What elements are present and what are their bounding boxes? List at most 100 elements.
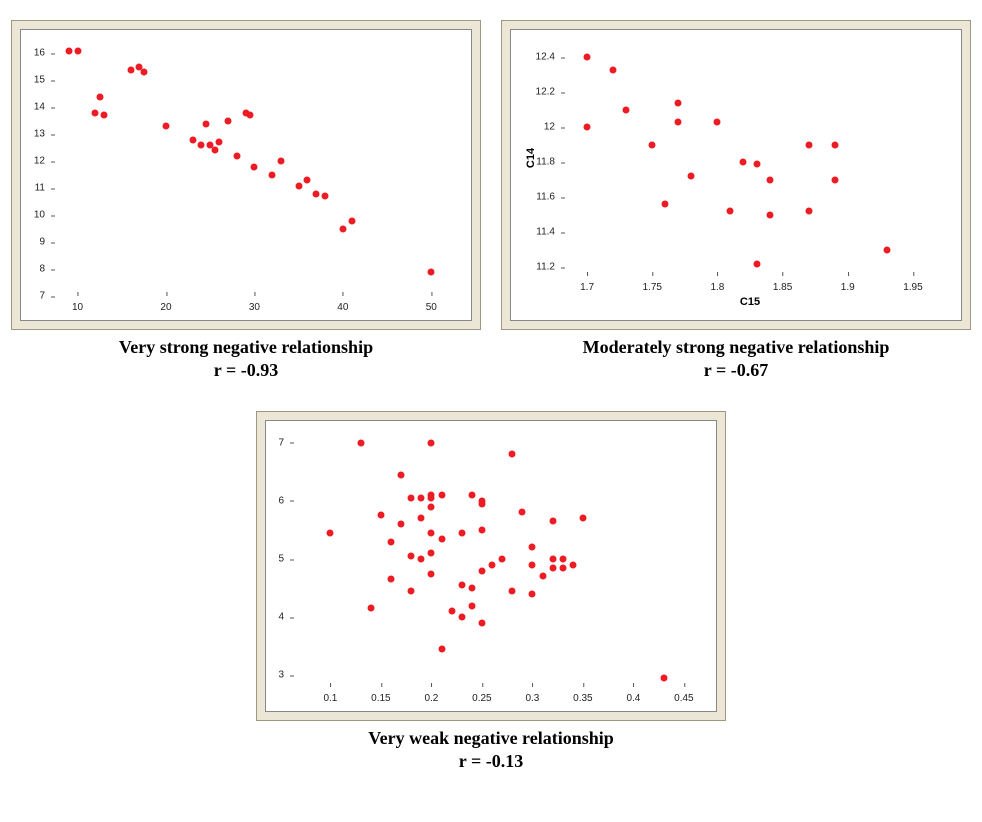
data-point — [883, 246, 890, 253]
data-point — [584, 124, 591, 131]
data-point — [805, 208, 812, 215]
data-point — [529, 590, 536, 597]
data-point — [304, 177, 311, 184]
data-point — [428, 503, 435, 510]
data-point — [478, 567, 485, 574]
data-point — [408, 553, 415, 560]
x-tick: 0.4 — [626, 687, 640, 704]
data-point — [92, 109, 99, 116]
data-point — [339, 225, 346, 232]
data-point — [549, 556, 556, 563]
data-point — [428, 494, 435, 501]
data-point — [216, 139, 223, 146]
x-tick: 0.2 — [424, 687, 438, 704]
data-point — [428, 550, 435, 557]
data-point — [418, 556, 425, 563]
chart-3-caption-line1: Very weak negative relationship — [368, 727, 614, 750]
y-tick: 11.8 — [536, 157, 561, 168]
data-point — [549, 564, 556, 571]
x-tick: 1.9 — [841, 276, 855, 293]
data-point — [675, 99, 682, 106]
chart-1-caption: Very strong negative relationship r = -0… — [119, 336, 373, 381]
data-point — [468, 492, 475, 499]
data-point — [448, 608, 455, 615]
data-point — [831, 176, 838, 183]
data-point — [408, 494, 415, 501]
chart-3-frame: 345670.10.150.20.250.30.350.40.45 — [256, 411, 726, 721]
y-tick: 12.4 — [536, 52, 561, 63]
data-point — [377, 512, 384, 519]
data-point — [428, 439, 435, 446]
x-tick: 0.35 — [573, 687, 592, 704]
data-point — [96, 93, 103, 100]
chart-3-wrap: 345670.10.150.20.250.30.350.40.45 Very w… — [256, 411, 726, 772]
data-point — [579, 515, 586, 522]
data-point — [662, 201, 669, 208]
y-tick: 9 — [39, 237, 51, 248]
data-point — [468, 585, 475, 592]
data-point — [584, 54, 591, 61]
data-point — [529, 544, 536, 551]
chart-2-caption-line2: r = -0.67 — [583, 359, 890, 382]
data-point — [610, 66, 617, 73]
y-tick: 10 — [34, 210, 51, 221]
data-point — [398, 471, 405, 478]
data-point — [269, 171, 276, 178]
data-point — [224, 117, 231, 124]
y-tick: 14 — [34, 102, 51, 113]
x-tick: 1.7 — [580, 276, 594, 293]
x-tick: 1.85 — [773, 276, 792, 293]
data-point — [805, 141, 812, 148]
y-tick: 5 — [278, 554, 290, 565]
data-point — [418, 515, 425, 522]
data-point — [499, 556, 506, 563]
y-tick: 11.2 — [536, 262, 561, 273]
data-point — [140, 69, 147, 76]
x-tick: 0.3 — [525, 687, 539, 704]
data-point — [438, 492, 445, 499]
data-point — [348, 217, 355, 224]
data-point — [766, 211, 773, 218]
y-tick: 3 — [278, 670, 290, 681]
data-point — [478, 526, 485, 533]
chart-2-caption: Moderately strong negative relationship … — [583, 336, 890, 381]
data-point — [649, 141, 656, 148]
chart-2-frame: 11.211.411.611.81212.212.41.71.751.81.85… — [501, 20, 971, 330]
data-point — [458, 614, 465, 621]
x-tick: 50 — [426, 296, 437, 313]
data-point — [211, 147, 218, 154]
y-tick: 11.6 — [536, 192, 561, 203]
y-axis-label: C14 — [525, 148, 537, 168]
data-point — [660, 675, 667, 682]
chart-3-plot: 345670.10.150.20.250.30.350.40.45 — [290, 431, 694, 687]
data-point — [247, 112, 254, 119]
data-point — [388, 538, 395, 545]
data-point — [408, 588, 415, 595]
chart-1-plot: 789101112131415161020304050 — [51, 40, 449, 296]
data-point — [623, 106, 630, 113]
data-point — [478, 620, 485, 627]
chart-1-inner: 789101112131415161020304050 — [20, 29, 472, 321]
data-point — [202, 120, 209, 127]
data-point — [367, 605, 374, 612]
data-point — [559, 556, 566, 563]
x-tick: 0.1 — [323, 687, 337, 704]
chart-1-wrap: 789101112131415161020304050 Very strong … — [11, 20, 481, 381]
data-point — [74, 47, 81, 54]
data-point — [753, 260, 760, 267]
chart-3-caption: Very weak negative relationship r = -0.1… — [368, 727, 614, 772]
y-tick: 6 — [278, 495, 290, 506]
y-tick: 16 — [34, 48, 51, 59]
data-point — [519, 509, 526, 516]
chart-2-plot: 11.211.411.611.81212.212.41.71.751.81.85… — [561, 40, 939, 276]
data-point — [529, 561, 536, 568]
data-point — [559, 564, 566, 571]
chart-3-caption-line2: r = -0.13 — [368, 750, 614, 773]
data-point — [688, 173, 695, 180]
data-point — [277, 158, 284, 165]
y-tick: 15 — [34, 75, 51, 86]
data-point — [162, 123, 169, 130]
x-tick: 40 — [337, 296, 348, 313]
data-point — [478, 500, 485, 507]
data-point — [509, 451, 516, 458]
